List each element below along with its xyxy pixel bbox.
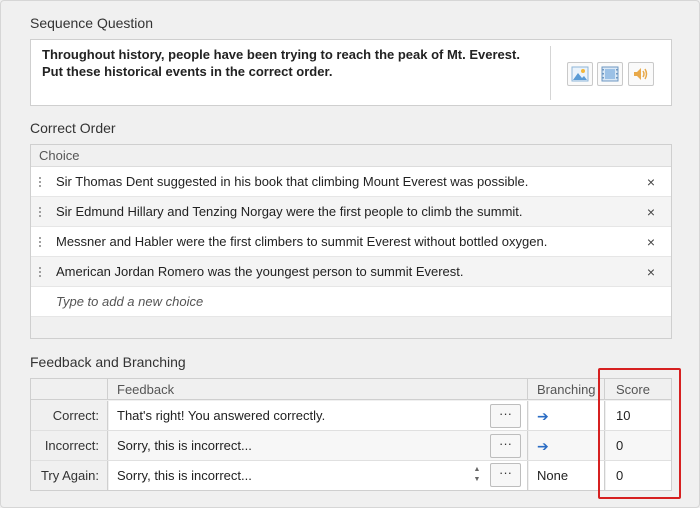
new-choice-input[interactable]: Type to add a new choice	[31, 287, 671, 317]
branching-cell[interactable]: None	[529, 461, 605, 490]
remove-choice-icon[interactable]: ×	[647, 167, 655, 197]
feedback-text-field[interactable]: Sorry, this is incorrect... ···	[109, 431, 528, 460]
row-label: Correct:	[31, 401, 108, 430]
more-options-button[interactable]: ···	[490, 404, 521, 428]
arrow-right-icon: ➔	[537, 408, 549, 424]
branching-header: Branching	[529, 379, 605, 399]
image-icon[interactable]	[567, 62, 593, 86]
feedback-text: Sorry, this is incorrect...	[117, 468, 252, 483]
branching-cell[interactable]: ➔	[529, 431, 605, 460]
feedback-table: Feedback Branching Score Correct: That's…	[30, 378, 672, 491]
question-text-line2: Put these historical events in the corre…	[42, 64, 333, 79]
drag-handle-icon[interactable]	[39, 206, 41, 219]
header-blank	[31, 379, 108, 399]
more-options-button[interactable]: ···	[490, 434, 521, 458]
audio-icon[interactable]	[628, 62, 654, 86]
choice-row[interactable]: Sir Thomas Dent suggested in his book th…	[31, 167, 671, 197]
more-options-button[interactable]: ···	[490, 463, 521, 487]
feedback-row-correct: Correct: That's right! You answered corr…	[31, 401, 671, 431]
score-field[interactable]: 0	[606, 461, 671, 490]
feedback-row-incorrect: Incorrect: Sorry, this is incorrect... ·…	[31, 431, 671, 461]
video-icon[interactable]	[597, 62, 623, 86]
feedback-text-field[interactable]: Sorry, this is incorrect... ▲ ▼ ···	[109, 461, 528, 490]
arrow-right-icon: ➔	[537, 438, 549, 454]
row-label: Try Again:	[31, 461, 108, 490]
choice-row[interactable]: Sir Edmund Hillary and Tenzing Norgay we…	[31, 197, 671, 227]
choice-column-header: Choice	[31, 145, 671, 167]
choice-row[interactable]: American Jordan Romero was the youngest …	[31, 257, 671, 287]
row-label: Incorrect:	[31, 431, 108, 460]
question-divider	[550, 46, 551, 100]
question-text-box[interactable]: Throughout history, people have been try…	[30, 39, 672, 106]
drag-handle-icon[interactable]	[39, 266, 41, 279]
score-field[interactable]: 10	[606, 401, 671, 430]
remove-choice-icon[interactable]: ×	[647, 227, 655, 257]
branching-cell[interactable]: ➔	[529, 401, 605, 430]
score-field[interactable]: 0	[606, 431, 671, 460]
choice-text[interactable]: Sir Thomas Dent suggested in his book th…	[56, 167, 528, 197]
choice-text[interactable]: Sir Edmund Hillary and Tenzing Norgay we…	[56, 197, 523, 227]
question-section-title: Sequence Question	[30, 15, 153, 31]
choice-row[interactable]: Messner and Habler were the first climbe…	[31, 227, 671, 257]
feedback-text-field[interactable]: That's right! You answered correctly. ··…	[109, 401, 528, 430]
feedback-row-try-again: Try Again: Sorry, this is incorrect... ▲…	[31, 461, 671, 490]
choices-list: Choice Sir Thomas Dent suggested in his …	[30, 144, 672, 339]
drag-handle-icon[interactable]	[39, 176, 41, 189]
question-text[interactable]: Throughout history, people have been try…	[42, 46, 542, 80]
spinner-arrows-icon[interactable]: ▲ ▼	[472, 465, 482, 487]
feedback-header: Feedback	[109, 379, 528, 399]
feedback-section-title: Feedback and Branching	[30, 354, 186, 370]
order-section-title: Correct Order	[30, 120, 116, 136]
drag-handle-icon[interactable]	[39, 236, 41, 249]
feedback-header-row: Feedback Branching Score	[31, 379, 671, 400]
choice-text[interactable]: American Jordan Romero was the youngest …	[56, 257, 464, 287]
remove-choice-icon[interactable]: ×	[647, 257, 655, 287]
choice-text[interactable]: Messner and Habler were the first climbe…	[56, 227, 547, 257]
score-header: Score	[616, 382, 650, 397]
feedback-text: That's right! You answered correctly.	[117, 408, 326, 423]
question-text-line1: Throughout history, people have been try…	[42, 47, 520, 62]
feedback-text: Sorry, this is incorrect...	[117, 438, 252, 453]
sequence-question-panel: Sequence Question Throughout history, pe…	[0, 0, 700, 508]
remove-choice-icon[interactable]: ×	[647, 197, 655, 227]
